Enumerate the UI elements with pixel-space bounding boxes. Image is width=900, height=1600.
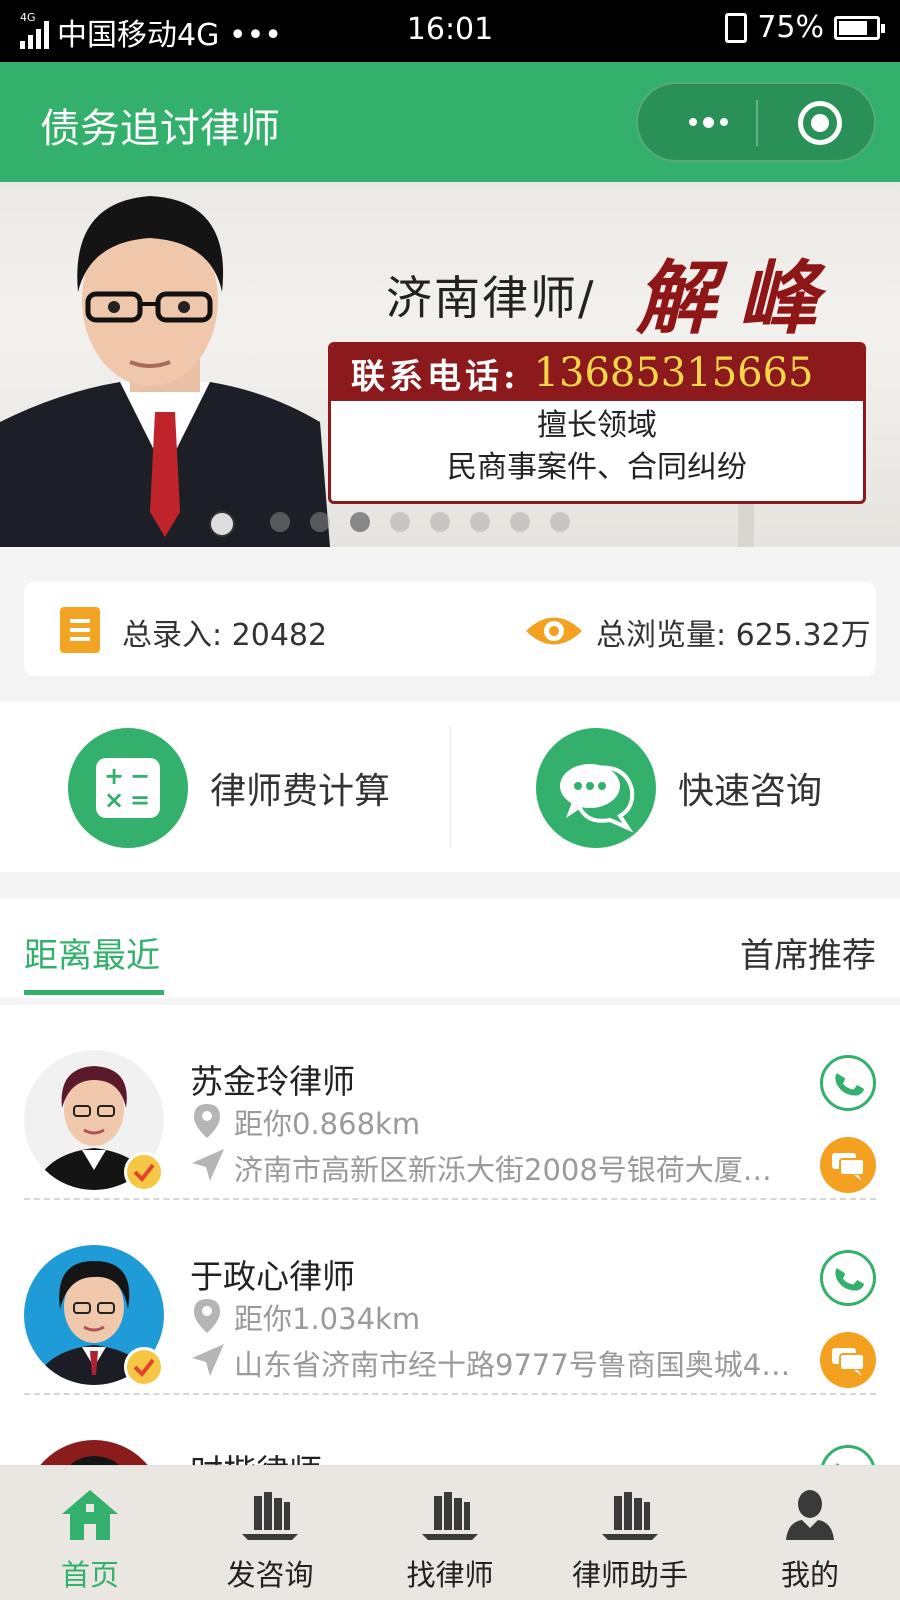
chat-bubbles-icon <box>536 728 656 848</box>
specialty-title: 擅长领域 <box>537 408 657 443</box>
banner-phone-row: 联系电话: 13685315665 <box>331 345 863 401</box>
quick-consult-button[interactable]: 快速咨询 <box>536 728 822 848</box>
tab-lawyer-assistant[interactable]: 律师助手 <box>540 1466 720 1600</box>
miniprogram-capsule <box>636 82 876 162</box>
carousel-dot[interactable] <box>390 512 410 532</box>
fee-calculator-button[interactable]: + − × = 律师费计算 <box>68 728 390 848</box>
banner-carousel[interactable]: 济南律师/ 解峰 联系电话: 13685315665 擅长领域 民商事案件、合同… <box>0 182 900 547</box>
message-button[interactable] <box>820 1137 876 1193</box>
carousel-dot[interactable] <box>430 512 450 532</box>
navigation-arrow-icon <box>192 1344 224 1376</box>
close-miniprogram-button[interactable] <box>798 101 842 145</box>
calculator-icon: + − × = <box>68 728 188 848</box>
more-options-button[interactable] <box>658 84 758 160</box>
carousel-dot[interactable] <box>270 512 290 532</box>
banner-info-card: 联系电话: 13685315665 擅长领域 民商事案件、合同纠纷 <box>328 342 866 504</box>
carousel-dot[interactable] <box>310 512 330 532</box>
banner-lawyer-name: 解峰 <box>636 251 840 345</box>
battery-percent: 75% <box>757 10 824 45</box>
page-title: 债务追讨律师 <box>40 106 280 152</box>
lawyer-name: 于政心律师 <box>190 1257 355 1296</box>
tab-mine-label: 我的 <box>780 1558 839 1592</box>
nav-bar: 债务追讨律师 <box>0 62 900 182</box>
list-tabs: 距离最近 首席推荐 <box>0 898 900 998</box>
books-icon <box>602 1492 658 1540</box>
tab-nearest[interactable]: 距离最近 <box>24 928 160 977</box>
location-pin-icon <box>194 1104 220 1138</box>
books-icon <box>242 1492 298 1540</box>
fee-calculator-label: 律师费计算 <box>210 771 391 812</box>
status-right: 75% <box>725 10 885 45</box>
banner-title: 济南律师/ <box>386 271 596 325</box>
total-entries-value: 20482 <box>231 618 328 653</box>
lawyer-distance: 距你0.868km <box>234 1107 421 1141</box>
total-views: 总浏览量: 625.32万 <box>596 610 871 654</box>
status-bar: 4G 中国移动4G ••• 16:01 75% <box>0 0 900 62</box>
app-screen: 4G 中国移动4G ••• 16:01 75% 债务追讨律师 济南律师/ 解峰 … <box>0 0 900 1600</box>
total-views-label: 总浏览量: <box>596 618 727 653</box>
bottom-tab-bar: 首页 发咨询 找律师 律师助手 我的 <box>0 1465 900 1600</box>
tab-lawyer-assistant-label: 律师助手 <box>571 1558 688 1592</box>
message-button[interactable] <box>820 1332 876 1388</box>
phone-label: 联系电话: <box>351 356 520 397</box>
vibrate-icon <box>725 12 748 43</box>
carousel-indicator <box>270 512 570 532</box>
total-entries: 总录入: 20482 <box>122 610 327 654</box>
phone-icon <box>835 1073 864 1096</box>
list-item[interactable]: 苏金玲律师 距你0.868km 济南市高新区新泺大街2008号银荷大厦… <box>0 1005 900 1200</box>
carousel-dot[interactable] <box>470 512 490 532</box>
tab-recommended[interactable]: 首席推荐 <box>740 928 876 977</box>
tab-home[interactable]: 首页 <box>0 1466 180 1600</box>
call-button[interactable] <box>820 1445 876 1465</box>
lawyer-name: 时楷律师 <box>190 1445 322 1465</box>
avatar <box>24 1440 164 1465</box>
lawyer-address: 济南市高新区新泺大街2008号银荷大厦… <box>234 1153 772 1187</box>
stats-card: 总录入: 20482 总浏览量: 625.32万 <box>24 582 876 676</box>
books-icon <box>422 1492 478 1540</box>
actions-divider <box>450 726 451 848</box>
verified-badge-icon <box>124 1347 164 1387</box>
list-item[interactable]: 时楷律师 <box>0 1395 900 1465</box>
tab-find-lawyer[interactable]: 找律师 <box>360 1466 540 1600</box>
user-icon <box>786 1490 834 1540</box>
verified-badge-icon <box>124 1152 164 1192</box>
location-pin-icon <box>194 1299 220 1333</box>
call-button[interactable] <box>820 1055 876 1111</box>
home-icon <box>62 1490 118 1540</box>
message-icon <box>832 1153 865 1181</box>
carousel-dot[interactable] <box>510 512 530 532</box>
carousel-dot[interactable] <box>350 512 370 532</box>
navigation-arrow-icon <box>192 1149 224 1181</box>
phone-icon <box>835 1463 864 1465</box>
message-icon <box>832 1348 865 1376</box>
specialty-text: 民商事案件、合同纠纷 <box>447 450 747 485</box>
battery-icon <box>834 15 885 40</box>
quick-actions: + − × = 律师费计算 快速咨询 <box>0 702 900 872</box>
tab-home-label: 首页 <box>60 1558 119 1592</box>
carousel-dot[interactable] <box>550 512 570 532</box>
lawyer-distance: 距你1.034km <box>234 1302 421 1336</box>
lawyer-name: 苏金玲律师 <box>190 1062 355 1101</box>
tab-consult-label: 发咨询 <box>226 1558 314 1592</box>
quick-consult-label: 快速咨询 <box>678 771 823 812</box>
active-tab-indicator <box>24 990 164 995</box>
total-views-value: 625.32万 <box>735 618 871 653</box>
document-icon <box>60 607 100 653</box>
phone-icon <box>835 1268 864 1291</box>
tab-mine[interactable]: 我的 <box>720 1466 900 1600</box>
tab-consult[interactable]: 发咨询 <box>180 1466 360 1600</box>
eye-icon <box>526 617 582 645</box>
tab-find-lawyer-label: 找律师 <box>406 1558 494 1592</box>
call-button[interactable] <box>820 1250 876 1306</box>
lawyer-photo <box>0 196 330 547</box>
phone-number: 13685315665 <box>533 350 814 396</box>
lawyer-list: 苏金玲律师 距你0.868km 济南市高新区新泺大街2008号银荷大厦… 于政心… <box>0 1005 900 1465</box>
list-item[interactable]: 于政心律师 距你1.034km 山东省济南市经十路9777号鲁商国奥城4… <box>0 1200 900 1395</box>
lawyer-address: 山东省济南市经十路9777号鲁商国奥城4… <box>234 1348 791 1382</box>
total-entries-label: 总录入: <box>122 618 223 653</box>
capsule-divider <box>756 100 758 146</box>
